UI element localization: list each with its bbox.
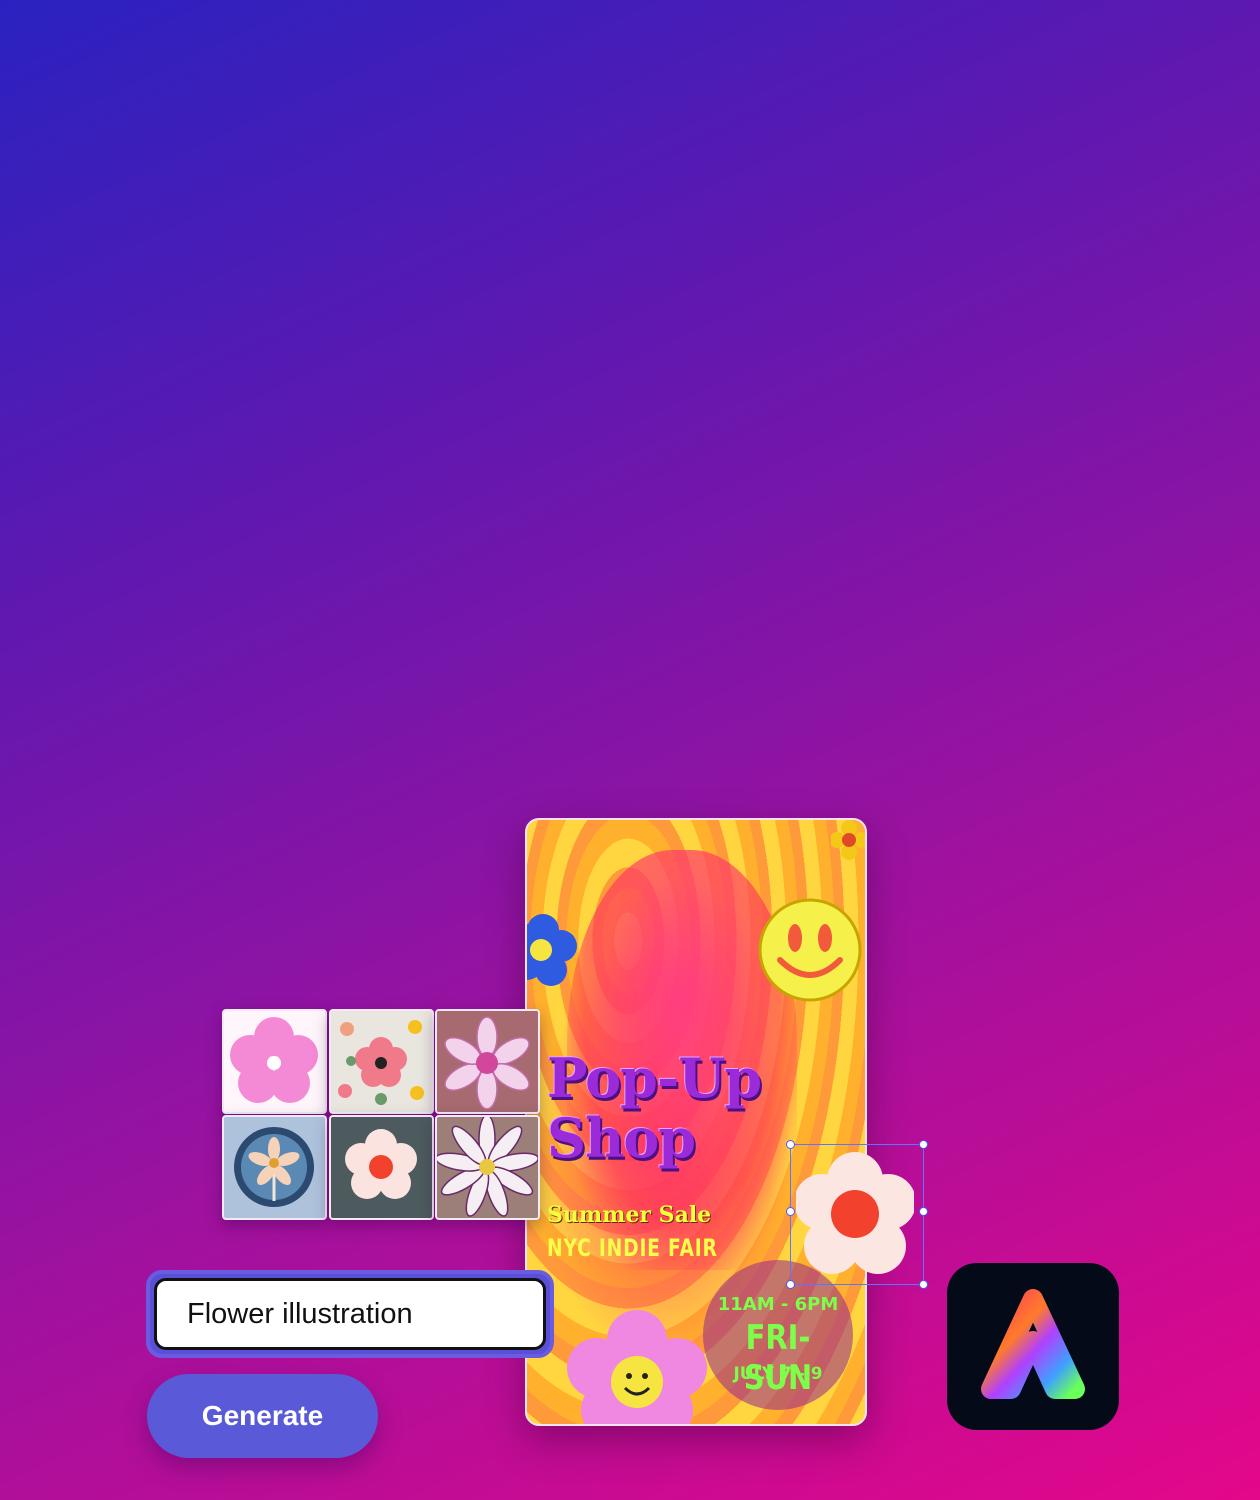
prompt-input[interactable]: Flower illustration bbox=[154, 1278, 546, 1350]
thumbnail-1[interactable] bbox=[222, 1009, 327, 1114]
poster-date: JULY 7 - 9 bbox=[733, 1364, 823, 1384]
pink-flower-icon bbox=[230, 1017, 318, 1103]
thumbnail-6[interactable] bbox=[435, 1115, 540, 1220]
floral-pattern-icon bbox=[338, 1020, 424, 1105]
thumbnail-5[interactable] bbox=[329, 1115, 434, 1220]
pink-smiley-flower-icon bbox=[567, 1310, 707, 1424]
resize-handle-l[interactable] bbox=[786, 1207, 795, 1216]
poster-subtitle: Summer Sale bbox=[547, 1202, 712, 1228]
blue-flower-icon bbox=[527, 914, 577, 986]
small-flower-icon bbox=[831, 820, 865, 860]
poster-time: 11AM - 6PM bbox=[717, 1294, 839, 1315]
thumbnail-4[interactable] bbox=[222, 1115, 327, 1220]
selection-box[interactable] bbox=[786, 1140, 928, 1289]
resize-handle-r[interactable] bbox=[919, 1207, 928, 1216]
white-flower-icon bbox=[345, 1129, 417, 1199]
thumbnail-2[interactable] bbox=[329, 1009, 434, 1114]
poster-event: NYC INDIE FAIR bbox=[547, 1234, 718, 1262]
generate-button[interactable]: Generate bbox=[147, 1374, 378, 1458]
resize-handle-br[interactable] bbox=[919, 1280, 928, 1289]
prompt-field[interactable]: Flower illustration bbox=[146, 1270, 554, 1358]
resize-handle-bl[interactable] bbox=[786, 1280, 795, 1289]
poster-preview[interactable]: Pop-Up Shop Summer Sale NYC INDIE FAIR 1… bbox=[525, 818, 867, 1426]
resize-handle-tr[interactable] bbox=[919, 1140, 928, 1149]
poster-days: FRI-SUN bbox=[743, 1318, 813, 1398]
badge-flower-icon bbox=[234, 1127, 314, 1207]
3d-daisy-icon bbox=[437, 1011, 538, 1112]
resize-handle-tl[interactable] bbox=[786, 1140, 795, 1149]
adobe-express-icon bbox=[981, 1289, 1085, 1399]
thumbnail-3[interactable] bbox=[435, 1009, 540, 1114]
smiley-sun-icon bbox=[758, 898, 862, 1002]
striped-daisy-icon bbox=[437, 1117, 538, 1217]
app-logo bbox=[947, 1263, 1119, 1430]
